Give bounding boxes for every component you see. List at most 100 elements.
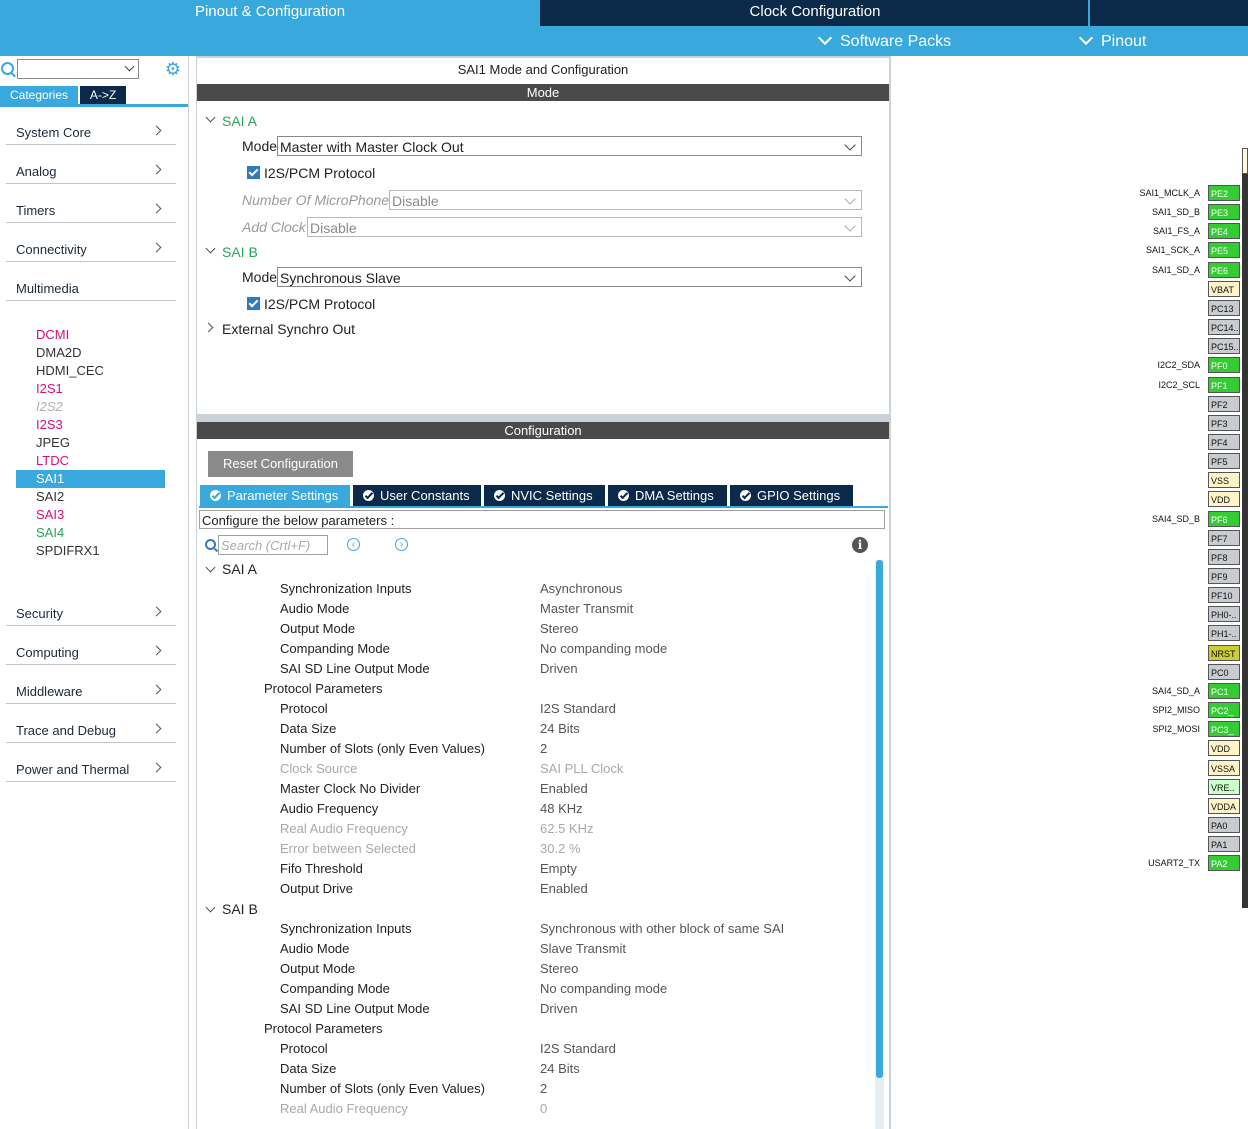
parameter-row[interactable]: Output Mode Stereo	[0, 619, 870, 639]
parameter-row[interactable]: Error between Selected 30.2 %	[0, 839, 870, 859]
parameter-row[interactable]: Companding Mode No companding mode	[0, 639, 870, 659]
parameter-value[interactable]: Slave Transmit	[540, 939, 626, 959]
microphones-select[interactable]: Disable	[389, 190, 862, 210]
software-packs-menu[interactable]: Software Packs	[817, 26, 951, 56]
pin-pa2[interactable]: PA2	[1208, 855, 1240, 872]
sai-b-i2s-pcm-checkbox[interactable]	[247, 297, 260, 310]
parameter-value[interactable]: Stereo	[540, 619, 578, 639]
pin-pa0[interactable]: PA0	[1208, 816, 1240, 833]
tab-pinout-configuration[interactable]: Pinout & Configuration	[0, 0, 540, 26]
tab-clock-configuration[interactable]: Clock Configuration	[542, 0, 1090, 26]
parameter-row[interactable]: Real Audio Frequency 62.5 KHz	[0, 819, 870, 839]
pin-nrst[interactable]: NRST	[1208, 644, 1240, 661]
parameter-search-input[interactable]: Search (Crtl+F)	[218, 535, 328, 555]
parameter-row[interactable]: Output Drive Enabled	[0, 879, 870, 899]
pin-pf7[interactable]: PF7	[1208, 529, 1240, 546]
scrollbar-thumb[interactable]	[876, 560, 883, 1078]
parameter-row[interactable]: Fifo Threshold Empty	[0, 859, 870, 879]
category-timers[interactable]: Timers	[6, 184, 176, 223]
gear-icon[interactable]: ⚙	[164, 60, 182, 78]
pin-pe6[interactable]: PE6	[1208, 261, 1240, 278]
multimedia-item-dma2d[interactable]: DMA2D	[36, 344, 82, 362]
parameter-value[interactable]: Asynchronous	[540, 579, 622, 599]
parameter-row[interactable]: Real Audio Frequency 0	[0, 1099, 870, 1119]
parameter-value[interactable]: 24 Bits	[540, 1059, 580, 1079]
parameter-row[interactable]: Clock Source SAI PLL Clock	[0, 759, 870, 779]
sai-a-section-label[interactable]: SAI A	[222, 113, 257, 129]
pin-pa1[interactable]: PA1	[1208, 836, 1240, 853]
parameter-row[interactable]: Synchronization Inputs Asynchronous	[0, 579, 870, 599]
multimedia-item-ltdc[interactable]: LTDC	[36, 452, 69, 470]
parameter-value[interactable]: Driven	[540, 659, 578, 679]
sai-b-mode-select[interactable]: Synchronous Slave	[277, 267, 862, 287]
parameter-value[interactable]: Master Transmit	[540, 599, 633, 619]
parameter-value[interactable]: 2	[540, 1079, 547, 1099]
parameter-value[interactable]: Stereo	[540, 959, 578, 979]
parameter-row[interactable]: Master Clock No Divider Enabled	[0, 779, 870, 799]
parameter-value[interactable]: I2S Standard	[540, 1039, 616, 1059]
category-connectivity[interactable]: Connectivity	[6, 223, 176, 262]
pin-pc13[interactable]: PC13	[1208, 299, 1240, 316]
sai-a-mode-select[interactable]: Master with Master Clock Out	[277, 136, 862, 156]
pin-pe5[interactable]: PE5	[1208, 242, 1240, 259]
parameter-row[interactable]: SAI SD Line Output Mode Driven	[0, 659, 870, 679]
external-synchro-out-label[interactable]: External Synchro Out	[222, 321, 355, 337]
pin-pf4[interactable]: PF4	[1208, 433, 1240, 450]
parameter-value[interactable]: No companding mode	[540, 979, 667, 999]
pin-ph1[interactable]: PH1-..	[1208, 625, 1240, 642]
add-clock-select[interactable]: Disable	[307, 217, 862, 237]
multimedia-item-jpeg[interactable]: JPEG	[36, 434, 70, 452]
parameter-value[interactable]: Enabled	[540, 879, 588, 899]
parameter-row[interactable]: SAI SD Line Output Mode Driven	[0, 999, 870, 1019]
pin-vbat[interactable]: VBAT	[1208, 280, 1240, 297]
parameter-row[interactable]: Number of Slots (only Even Values) 2	[0, 1079, 870, 1099]
pin-vss[interactable]: VSS	[1208, 472, 1240, 489]
category-analog[interactable]: Analog	[6, 145, 176, 184]
a-z-tab[interactable]: A->Z	[80, 86, 126, 104]
pin-pe2[interactable]: PE2	[1208, 185, 1240, 201]
parameter-row[interactable]: Companding Mode No companding mode	[0, 979, 870, 999]
parameter-value[interactable]: 2	[540, 739, 547, 759]
pin-pf0[interactable]: PF0	[1208, 357, 1240, 374]
parameter-row[interactable]: Synchronization Inputs Synchronous with o…	[0, 919, 870, 939]
parameter-value[interactable]: Enabled	[540, 779, 588, 799]
pin-pf9[interactable]: PF9	[1208, 568, 1240, 584]
tab-parameter-settings[interactable]: Parameter Settings	[200, 485, 350, 506]
tab-user-constants[interactable]: User Constants	[353, 485, 481, 506]
tab-gpio-settings[interactable]: GPIO Settings	[730, 485, 853, 506]
pin-pe4[interactable]: PE4	[1208, 223, 1240, 240]
pin-pf8[interactable]: PF8	[1208, 548, 1240, 565]
pin-pf6[interactable]: PF6	[1208, 510, 1240, 527]
pin-pf3[interactable]: PF3	[1208, 414, 1240, 431]
parameter-value[interactable]: 24 Bits	[540, 719, 580, 739]
chevron-right-icon[interactable]: ›	[395, 538, 408, 551]
pin-pc14[interactable]: PC14..	[1208, 319, 1240, 336]
parameter-value[interactable]: 48 KHz	[540, 799, 583, 819]
multimedia-item-i2s2[interactable]: I2S2	[36, 398, 63, 416]
tab-nvic-settings[interactable]: NVIC Settings	[484, 485, 605, 506]
sai-a-i2s-pcm-checkbox[interactable]	[247, 166, 260, 179]
parameter-value[interactable]: Driven	[540, 999, 578, 1019]
pin-pc2[interactable]: PC2_	[1208, 702, 1240, 719]
parameter-row[interactable]: Output Mode Stereo	[0, 959, 870, 979]
pin-pf1[interactable]: PF1	[1208, 376, 1240, 393]
parameter-value[interactable]: I2S Standard	[540, 699, 616, 719]
parameter-group[interactable]: Protocol Parameters	[0, 1019, 870, 1039]
parameter-value[interactable]: Empty	[540, 859, 577, 879]
parameter-group[interactable]: Protocol Parameters	[0, 679, 870, 699]
tab-extra[interactable]	[1090, 0, 1248, 26]
param-sai-b-label[interactable]: SAI B	[222, 901, 258, 917]
pin-pf10[interactable]: PF10	[1208, 587, 1240, 604]
sai-b-section-label[interactable]: SAI B	[222, 244, 258, 260]
info-icon[interactable]: i	[852, 537, 868, 553]
parameter-value[interactable]: 30.2 %	[540, 839, 580, 859]
multimedia-item-i2s1[interactable]: I2S1	[36, 380, 63, 398]
pin-pc15[interactable]: PC15..	[1208, 338, 1240, 355]
pin-vdda[interactable]: VDDA	[1208, 797, 1240, 814]
parameter-row[interactable]: Protocol I2S Standard	[0, 1039, 870, 1059]
category-multimedia[interactable]: Multimedia	[6, 262, 176, 301]
chevron-left-icon[interactable]: ‹	[347, 538, 360, 551]
multimedia-item-sai2[interactable]: SAI2	[36, 488, 64, 506]
parameter-row[interactable]: Audio Frequency 48 KHz	[0, 799, 870, 819]
multimedia-item-sai1[interactable]: SAI1	[36, 470, 64, 488]
